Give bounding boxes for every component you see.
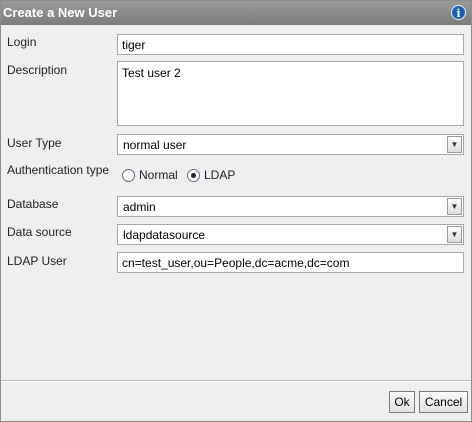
database-select[interactable]: admin ▼ — [117, 196, 464, 217]
dialog-title: Create a New User — [3, 5, 118, 20]
login-input[interactable]: tiger — [117, 34, 464, 55]
footer-divider — [1, 380, 471, 382]
auth-normal-radio[interactable] — [122, 169, 135, 182]
ldap-user-label: LDAP User — [7, 254, 67, 268]
data-source-select[interactable]: ldapdatasource ▼ — [117, 224, 464, 245]
dialog-titlebar: Create a New User i — [1, 1, 471, 25]
auth-ldap-radio[interactable] — [187, 169, 200, 182]
create-user-dialog: Create a New User i Login tiger Descript… — [0, 0, 472, 422]
chevron-down-icon[interactable]: ▼ — [447, 136, 462, 153]
chevron-down-icon[interactable]: ▼ — [447, 226, 462, 243]
ldap-user-input[interactable]: cn=test_user,ou=People,dc=acme,dc=com — [117, 252, 464, 273]
login-label: Login — [7, 35, 37, 49]
info-icon[interactable]: i — [451, 5, 466, 20]
database-label: Database — [7, 197, 59, 211]
chevron-down-icon[interactable]: ▼ — [447, 198, 462, 215]
description-textarea[interactable]: Test user 2 — [117, 61, 464, 126]
database-value: admin — [123, 200, 156, 214]
user-type-value: normal user — [123, 138, 187, 152]
data-source-value: ldapdatasource — [123, 228, 206, 242]
user-type-select[interactable]: normal user ▼ — [117, 134, 464, 155]
cancel-button[interactable]: Cancel — [419, 391, 468, 413]
description-label: Description — [7, 63, 68, 77]
auth-normal-label: Normal — [139, 168, 178, 182]
user-type-label: User Type — [7, 136, 62, 150]
auth-ldap-label: LDAP — [204, 168, 236, 182]
ok-button[interactable]: Ok — [389, 391, 415, 413]
data-source-label: Data source — [7, 225, 72, 239]
auth-type-label: Authentication type — [7, 163, 110, 177]
